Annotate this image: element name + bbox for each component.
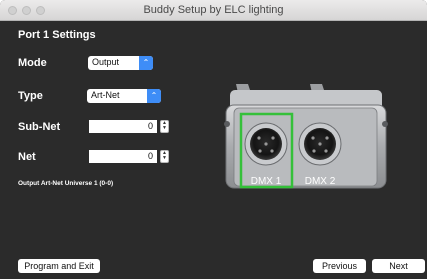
dmx2-label: DMX 2 (305, 176, 336, 187)
previous-button[interactable]: Previous (313, 259, 366, 273)
dmx1-label: DMX 1 (251, 176, 282, 187)
program-and-exit-button[interactable]: Program and Exit (18, 259, 100, 273)
next-button[interactable]: Next (372, 259, 425, 273)
dmx-device-image: DMX 1 DMX 2 (224, 84, 388, 189)
app-window: Buddy Setup by ELC lighting Port 1 Setti… (0, 0, 427, 279)
